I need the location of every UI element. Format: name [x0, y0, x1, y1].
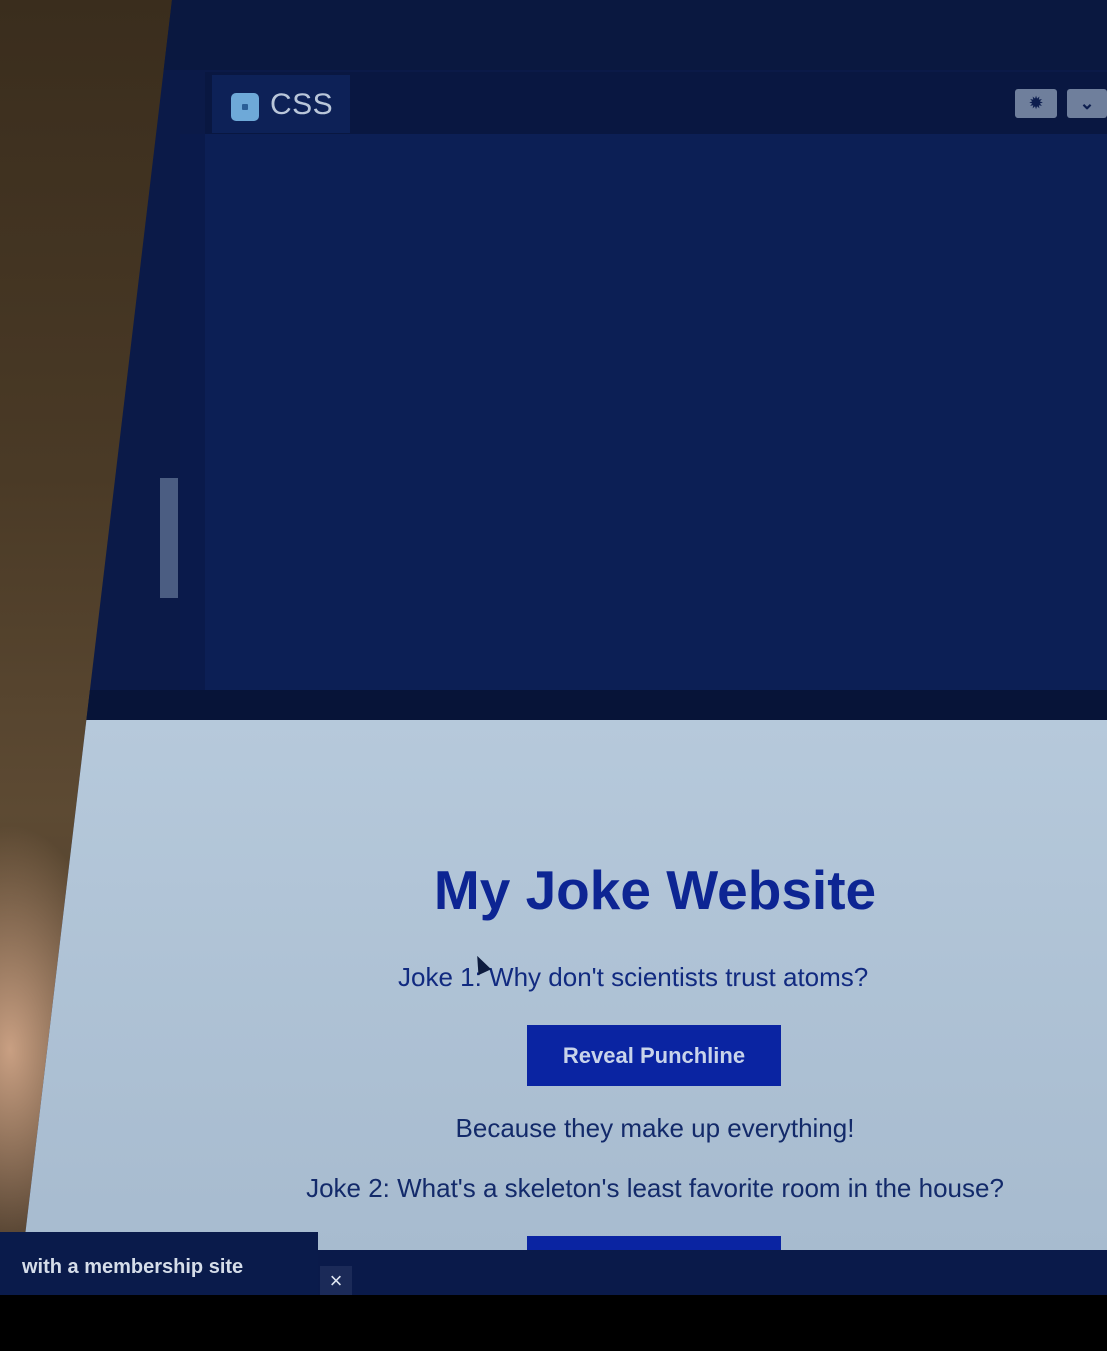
reveal-punchline-button-2[interactable] [527, 1236, 781, 1250]
expand-button[interactable]: ⌄ [1067, 89, 1107, 118]
css-editor-panel[interactable] [205, 72, 1107, 690]
settings-button[interactable]: ✹ [1015, 89, 1057, 118]
css-file-icon [231, 93, 259, 121]
chevron-down-icon: ⌄ [1079, 93, 1095, 113]
letterbox-bar [0, 1295, 1107, 1351]
reveal-punchline-button[interactable]: Reveal Punchline [527, 1025, 781, 1086]
membership-banner-text: with a membership site [22, 1256, 244, 1278]
editor-gutter [180, 134, 205, 690]
joke-1-text: Joke 1: Why don't scientists trust atoms… [398, 962, 869, 992]
joke-2-text: Joke 2: What's a skeleton's least favori… [306, 1173, 1004, 1203]
tab-css-label: CSS [270, 88, 334, 121]
editor-scrollbar[interactable] [160, 478, 178, 598]
close-icon: × [329, 1268, 343, 1293]
page-title: My Joke Website [433, 859, 877, 921]
punchline-1-text: Because they make up everything! [455, 1113, 855, 1143]
pane-resize-divider[interactable] [18, 690, 1107, 720]
close-banner-button[interactable]: × [320, 1266, 352, 1296]
gear-icon: ✹ [1028, 93, 1044, 113]
monitor-screen: CSS ✹ ⌄ My Joke Website Joke 1: Why don'… [18, 0, 1107, 1295]
